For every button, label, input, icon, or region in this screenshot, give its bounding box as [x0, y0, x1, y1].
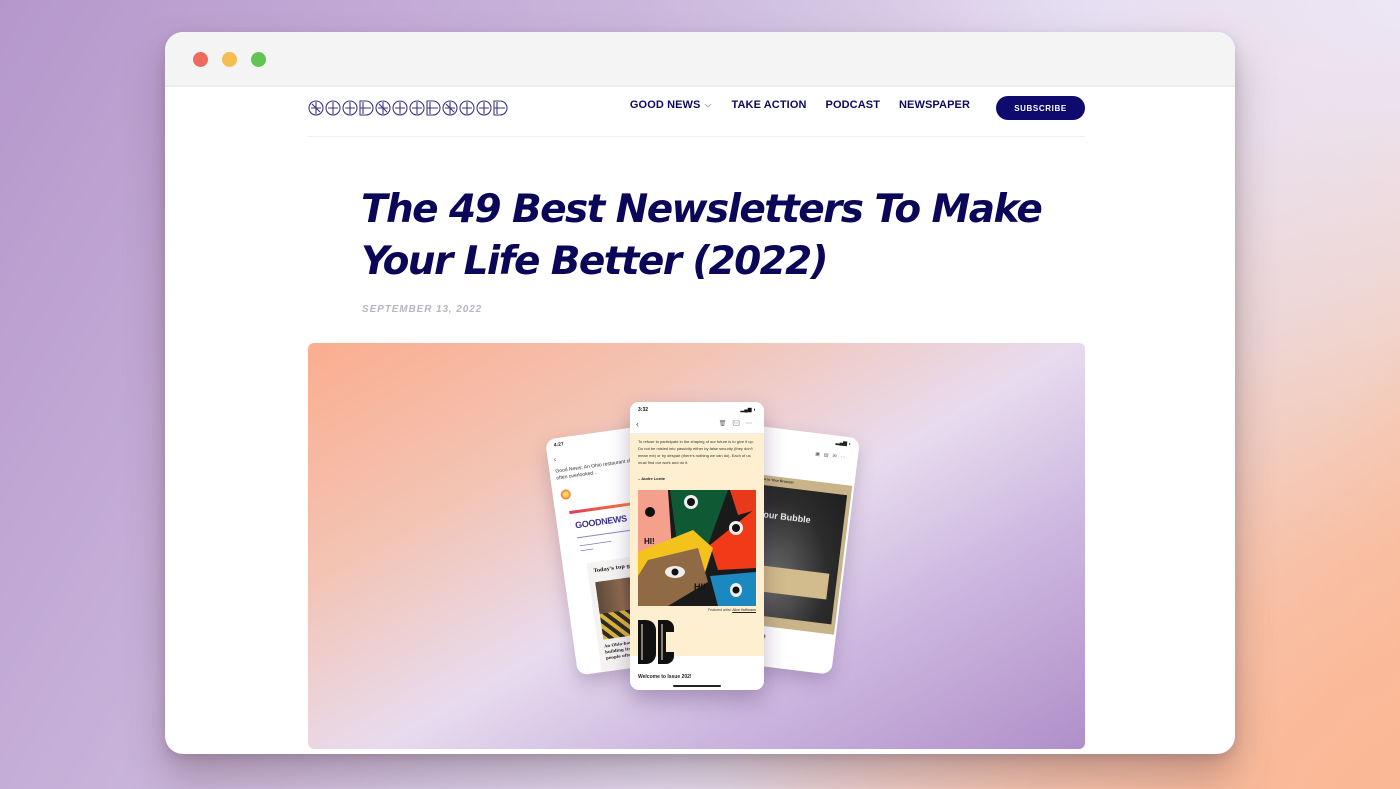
newsletter-quote: To refuse to participate in the shaping … [638, 439, 754, 465]
art-speech-2: HI! [694, 582, 706, 592]
email-toolbar-icons: 🗑✉⋯ [718, 421, 758, 427]
goodgoodgood-logo-icon [308, 100, 508, 116]
article-date: September 13, 2022 [362, 304, 483, 315]
caption-artist-link[interactable]: Alice Hoffmann [732, 608, 756, 612]
email-toolbar-icons: ▣▤✉⋯ [814, 451, 850, 462]
issue-welcome: Welcome to Issue 202! [638, 674, 692, 680]
browser-titlebar [165, 32, 1235, 87]
dc-logo-icon [638, 620, 674, 664]
nav-podcast[interactable]: Podcast [826, 99, 880, 111]
site-logo[interactable] [308, 97, 510, 119]
faces-artwork-icon: HI! HI! [638, 490, 756, 606]
signal-icon: ▂▄▆ ◗ [835, 439, 852, 448]
hero-image: 4:27 ‹ Good News: An Ohio restaurant cha… [308, 343, 1085, 749]
browser-window: Good News Take Action Podcast Newspaper … [165, 32, 1235, 754]
signal-battery-icon: ▂▄▆ ◗ [740, 407, 756, 413]
featured-artwork: HI! HI! [638, 490, 756, 606]
phone-mockup-center: 3:32 ▂▄▆ ◗ ‹ 🗑✉⋯ To refuse to participat… [630, 402, 764, 690]
phone-time: 4:27 [553, 441, 565, 449]
close-window-button[interactable] [193, 52, 208, 67]
subscribe-button[interactable]: Subscribe [996, 96, 1085, 120]
back-arrow-icon: ‹ [636, 419, 639, 429]
quote-author: – Audre Lorde [638, 476, 665, 481]
article-title-line-1: The 49 Best Newsletters To Make [361, 187, 1043, 232]
newsletter-brand: GOODNEWS [574, 513, 628, 531]
artwork-caption: Featured artist: Alice Hoffmann [708, 608, 756, 612]
phone-top-bar: 3:32 ▂▄▆ ◗ ‹ 🗑✉⋯ [630, 402, 764, 434]
caption-prefix: Featured artist: [708, 608, 732, 612]
back-arrow-icon: ‹ [553, 456, 557, 464]
article-title-line-2: Your Life Better (2022) [361, 239, 829, 284]
sender-avatar [560, 488, 572, 501]
nav-good-news[interactable]: Good News [630, 99, 713, 111]
phone-time: 3:32 [638, 407, 649, 413]
site-header: Good News Take Action Podcast Newspaper … [308, 87, 1085, 137]
nav-newspaper[interactable]: Newspaper [899, 99, 970, 111]
article-title: The 49 Best Newsletters To Make Your Lif… [361, 184, 1061, 288]
chevron-down-icon [705, 103, 712, 108]
phone-status-bar: ▂▄▆ ◗ [751, 425, 860, 450]
main-nav: Good News Take Action Podcast Newspaper [611, 99, 970, 111]
nav-take-action[interactable]: Take Action [731, 99, 806, 111]
maximize-window-button[interactable] [251, 52, 266, 67]
nav-good-news-label: Good News [629, 99, 701, 111]
banner-headline: Your Bubble [757, 508, 812, 526]
minimize-window-button[interactable] [222, 52, 237, 67]
home-indicator [673, 685, 721, 687]
art-speech-1: HI! [644, 537, 655, 546]
